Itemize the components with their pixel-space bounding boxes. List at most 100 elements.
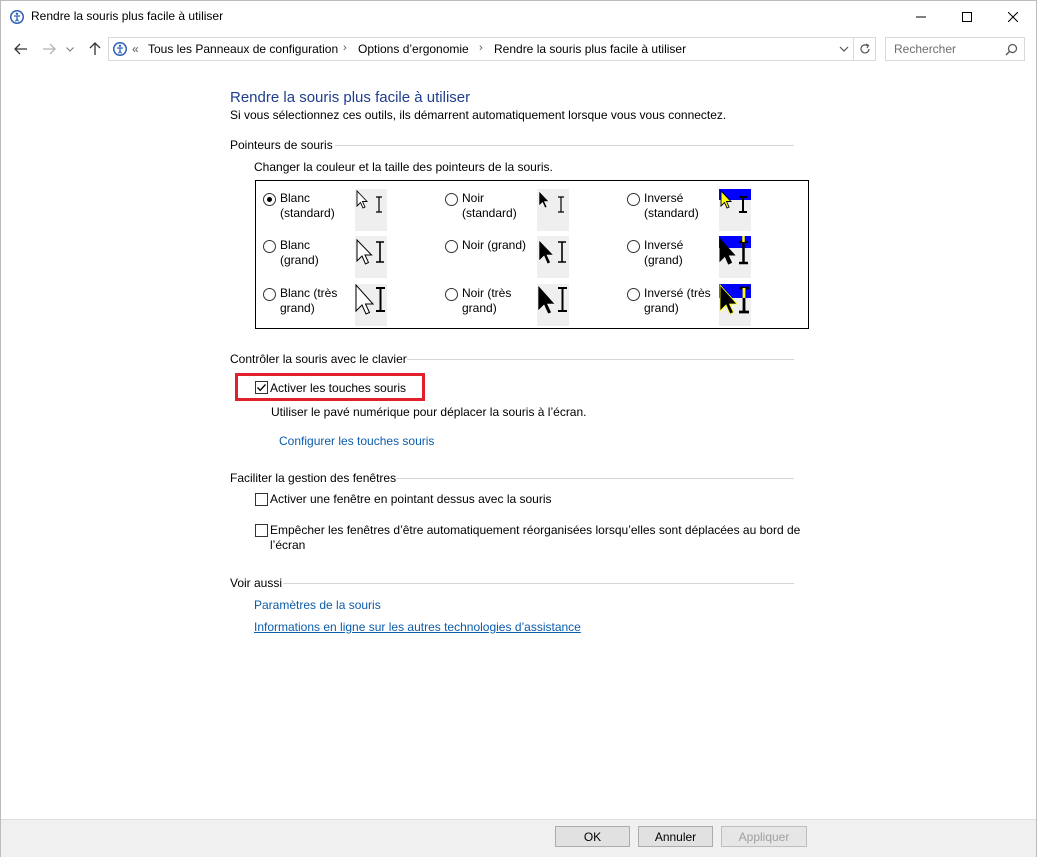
radio-white-xlarge[interactable] (263, 288, 276, 301)
pointer-option-inverse-xlarge[interactable]: Inversé (très grand) (623, 280, 783, 326)
radio-inverse-large[interactable] (627, 240, 640, 253)
assistive-tech-info-link[interactable]: Informations en ligne sur les autres tec… (254, 620, 581, 634)
pointer-option-inverse-large[interactable]: Inversé (grand) (623, 232, 783, 278)
breadcrumb-overflow[interactable]: « (132, 42, 139, 56)
cursor-preview-icon (538, 190, 564, 213)
section-heading-keyboard: Contrôler la souris avec le clavier (230, 352, 407, 366)
pointer-option-black-xlarge[interactable]: Noir (très grand) (441, 280, 601, 326)
maximize-button[interactable] (944, 1, 990, 32)
cursor-preview-icon (538, 239, 566, 265)
pointer-preview (537, 236, 569, 278)
pointer-preview (537, 284, 569, 326)
address-bar[interactable]: « Tous les Panneaux de configuration › O… (108, 37, 854, 61)
search-box[interactable]: Rechercher (885, 37, 1025, 61)
section-divider (283, 583, 794, 584)
radio-white-large[interactable] (263, 240, 276, 253)
chevron-down-icon[interactable] (839, 43, 849, 55)
arrow-right-icon (43, 43, 56, 55)
radio-black-large[interactable] (445, 240, 458, 253)
pointer-option-label: Inversé (grand) (644, 238, 684, 267)
forward-button[interactable] (39, 39, 59, 59)
hover-activate-checkbox[interactable] (255, 493, 268, 506)
configure-mousekeys-link[interactable]: Configurer les touches souris (279, 434, 434, 448)
recent-locations-button[interactable] (63, 39, 77, 59)
pointer-preview (719, 236, 751, 278)
search-icon (1005, 43, 1018, 56)
pointer-option-label: Noir (très grand) (462, 286, 512, 315)
prevent-snap-label-continued[interactable]: l’écran (270, 538, 305, 552)
pointer-option-white-xlarge[interactable]: Blanc (très grand) (259, 280, 419, 326)
radio-inverse-standard[interactable] (627, 193, 640, 206)
cursor-preview-icon (537, 284, 567, 315)
section-heading-windows: Faciliter la gestion des fenêtres (230, 471, 397, 485)
pointer-option-label: Noir (grand) (462, 238, 527, 252)
chevron-down-icon (66, 46, 74, 52)
mouse-settings-link[interactable]: Paramètres de la souris (254, 598, 381, 612)
radio-black-standard[interactable] (445, 193, 458, 206)
pointer-preview (719, 284, 751, 326)
pointer-option-label: Inversé (standard) (644, 191, 699, 220)
search-input[interactable]: Rechercher (894, 42, 956, 56)
pointer-preview (537, 189, 569, 231)
main-content: Rendre la souris plus facile à utiliser … (1, 67, 1036, 819)
pointers-description: Changer la couleur et la taille des poin… (254, 160, 553, 174)
inverse-cursor-preview-icon (719, 284, 751, 315)
cursor-preview-icon (356, 189, 382, 213)
pointer-option-white-standard[interactable]: Blanc (standard) (259, 185, 419, 231)
section-divider (335, 145, 794, 146)
pointer-preview (355, 189, 387, 231)
pointer-option-label: Blanc (grand) (280, 238, 319, 267)
minimize-button[interactable] (898, 1, 944, 32)
prevent-snap-checkbox[interactable] (255, 524, 268, 537)
hover-activate-label[interactable]: Activer une fenêtre en pointant dessus a… (270, 492, 552, 506)
pointer-option-black-large[interactable]: Noir (grand) (441, 232, 601, 278)
ok-button[interactable]: OK (555, 826, 630, 847)
window-title: Rendre la souris plus facile à utiliser (31, 9, 224, 23)
breadcrumb-all-control-panels[interactable]: Tous les Panneaux de configuration (148, 42, 338, 56)
checkmark-icon (257, 384, 266, 392)
cursor-preview-icon (355, 284, 385, 315)
control-panel-icon (113, 42, 127, 56)
breadcrumb-separator-icon[interactable]: › (343, 42, 347, 54)
radio-black-xlarge[interactable] (445, 288, 458, 301)
breadcrumb-separator-icon[interactable]: › (479, 42, 483, 54)
pointer-preview (719, 189, 751, 231)
minimize-icon (916, 16, 926, 17)
pointer-preview (355, 236, 387, 278)
back-button[interactable] (11, 39, 31, 59)
pointer-option-label: Blanc (très grand) (280, 286, 338, 315)
section-divider (396, 478, 794, 479)
pointer-option-inverse-standard[interactable]: Inversé (standard) (623, 185, 783, 231)
close-icon (1008, 11, 1018, 22)
section-divider (407, 359, 794, 360)
pointer-scheme-grid: Blanc (standard) Noir (standard) Inversé… (255, 180, 809, 329)
refresh-button[interactable] (854, 37, 876, 61)
ease-of-access-icon (10, 10, 24, 24)
section-heading-see-also: Voir aussi (230, 576, 283, 590)
mousekeys-label[interactable]: Activer les touches souris (270, 381, 406, 395)
up-button[interactable] (85, 39, 105, 59)
radio-inverse-xlarge[interactable] (627, 288, 640, 301)
page-subtitle: Si vous sélectionnez ces outils, ils dém… (230, 108, 727, 122)
breadcrumb-current-page[interactable]: Rendre la souris plus facile à utiliser (494, 42, 686, 56)
prevent-snap-label[interactable]: Empêcher les fenêtres d’être automatique… (270, 523, 800, 537)
arrow-up-icon (89, 42, 101, 55)
pointer-option-label: Noir (standard) (462, 191, 517, 220)
inverse-cursor-preview-icon (719, 189, 751, 213)
apply-button[interactable]: Appliquer (721, 826, 807, 847)
mousekeys-checkbox[interactable] (255, 381, 268, 394)
mousekeys-description: Utiliser le pavé numérique pour déplacer… (271, 405, 587, 419)
pointer-option-white-large[interactable]: Blanc (grand) (259, 232, 419, 278)
cursor-preview-icon (356, 238, 384, 265)
title-bar: Rendre la souris plus facile à utiliser (1, 1, 1036, 32)
pointer-option-label: Blanc (standard) (280, 191, 335, 220)
maximize-icon (962, 11, 972, 22)
dialog-footer: OK Annuler Appliquer (1, 819, 1036, 857)
breadcrumb-ease-of-access[interactable]: Options d’ergonomie (358, 42, 469, 56)
close-button[interactable] (990, 1, 1036, 32)
cancel-button[interactable]: Annuler (638, 826, 713, 847)
radio-white-standard[interactable] (263, 193, 276, 206)
pointer-option-black-standard[interactable]: Noir (standard) (441, 185, 601, 231)
refresh-icon (859, 43, 870, 54)
control-panel-window: Rendre la souris plus facile à utiliser (0, 0, 1037, 857)
